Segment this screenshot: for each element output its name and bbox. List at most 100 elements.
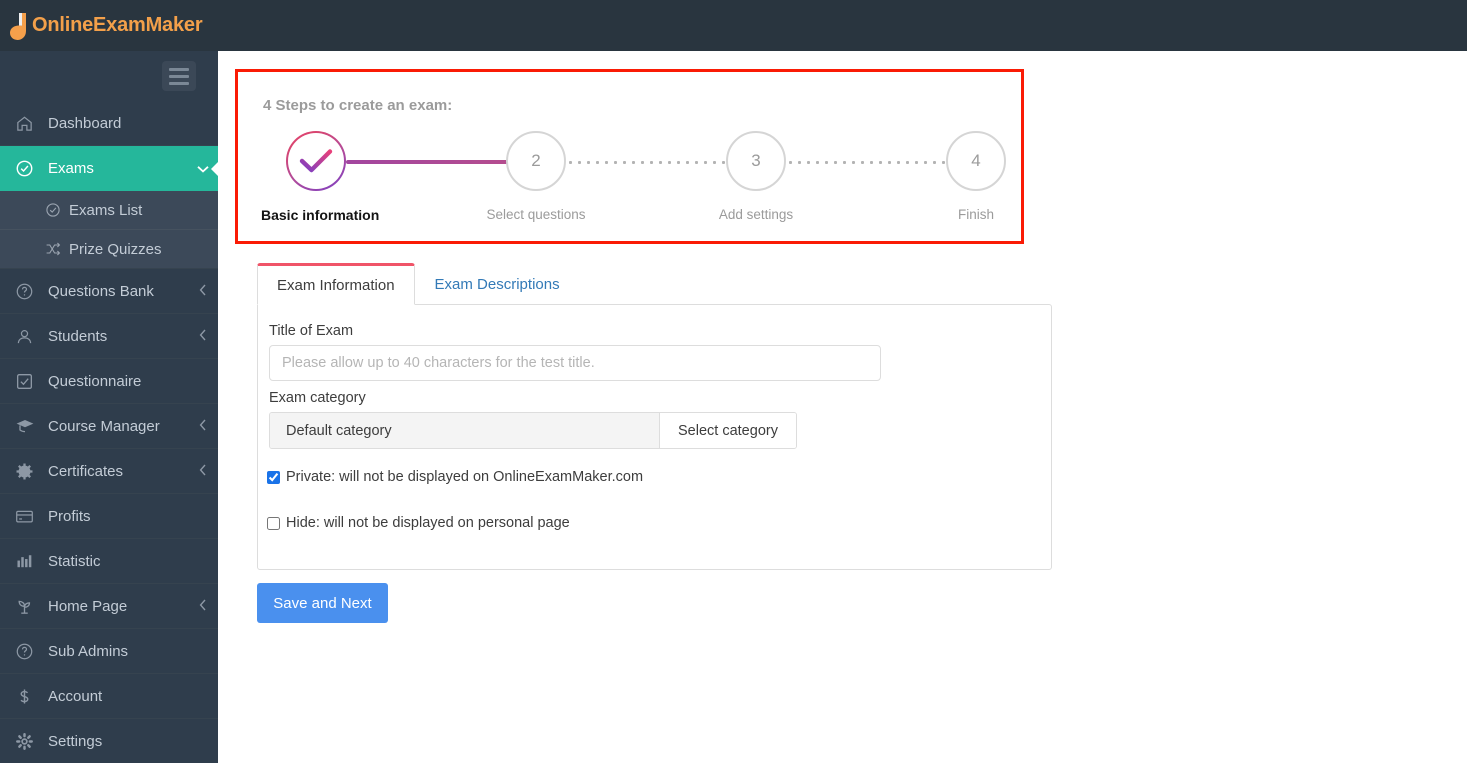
sidebar-item-prize-quizzes[interactable]: Prize Quizzes [0, 230, 218, 269]
sidebar-toggle-row [0, 51, 218, 101]
private-checkbox-label: Private: will not be displayed on Online… [286, 469, 644, 485]
step-3-add-settings[interactable]: 3 Add settings [701, 131, 811, 222]
top-header-bar: OnlineExamMaker [0, 0, 1467, 51]
exam-category-value: Default category [270, 413, 659, 448]
chevron-left-icon [188, 464, 218, 478]
step-4-finish[interactable]: 4 Finish [921, 131, 1031, 222]
sidebar-subitem-label: Prize Quizzes [69, 240, 162, 258]
sidebar-item-course-manager[interactable]: Course Manager [0, 404, 218, 449]
step-4-label: Finish [957, 207, 994, 222]
sidebar-item-label: Sub Admins [48, 642, 129, 660]
sidebar-item-students[interactable]: Students [0, 314, 218, 359]
step-3-label: Add settings [718, 207, 794, 222]
sidebar-item-questions-bank[interactable]: Questions Bank [0, 269, 218, 314]
private-checkbox[interactable] [267, 470, 280, 484]
graduation-cap-icon [15, 416, 41, 436]
title-of-exam-label: Title of Exam [269, 323, 354, 339]
sidebar-item-sub-admins[interactable]: Sub Admins [0, 629, 218, 674]
chevron-left-icon [188, 329, 218, 343]
sidebar-item-home-page[interactable]: Home Page [0, 584, 218, 629]
main-content: 4 Steps to create an exam: Basic informa… [218, 51, 1467, 763]
sidebar-item-label: Account [48, 687, 103, 705]
sidebar-item-profits[interactable]: Profits [0, 494, 218, 539]
step-2-label: Select questions [486, 207, 586, 222]
sidebar-item-label: Course Manager [48, 417, 160, 435]
steps-highlight-box: 4 Steps to create an exam: Basic informa… [235, 69, 1024, 244]
step-2-select-questions[interactable]: 2 Select questions [481, 131, 591, 222]
step-1-label: Basic information [261, 207, 380, 223]
sidebar-item-label: Settings [48, 732, 103, 750]
select-category-button[interactable]: Select category [659, 413, 796, 448]
question-circle-icon [15, 282, 41, 301]
hamburger-bar [169, 81, 189, 85]
sidebar-submenu-exams: Exams List Prize Quizzes [0, 191, 218, 269]
badge-icon [15, 462, 41, 481]
sidebar-item-settings[interactable]: Settings [0, 719, 218, 763]
home-icon [15, 114, 41, 133]
sidebar-subitem-label: Exams List [69, 201, 143, 219]
step-connector-1-2 [346, 160, 511, 164]
step-1-basic-information[interactable]: Basic information [261, 131, 380, 223]
sidebar-item-questionnaire[interactable]: Questionnaire [0, 359, 218, 404]
active-indicator-notch [202, 146, 218, 191]
sidebar-item-statistic[interactable]: Statistic [0, 539, 218, 584]
private-checkbox-row[interactable]: Private: will not be displayed on Online… [267, 469, 643, 485]
brand-logo[interactable]: OnlineExamMaker [0, 0, 203, 51]
sidebar-item-account[interactable]: Account [0, 674, 218, 719]
sidebar-item-label: Students [48, 327, 108, 345]
chevron-left-icon [188, 284, 218, 298]
step-1-circle [286, 131, 346, 191]
check-icon [299, 149, 333, 173]
sidebar-item-label: Statistic [48, 552, 101, 570]
chevron-left-icon [188, 419, 218, 433]
shuffle-icon [45, 241, 67, 257]
tab-exam-information[interactable]: Exam Information [257, 263, 415, 305]
user-icon [15, 327, 41, 346]
sidebar-item-label: Questionnaire [48, 372, 142, 390]
tab-label: Exam Information [277, 276, 395, 294]
hide-checkbox-row[interactable]: Hide: will not be displayed on personal … [267, 515, 570, 531]
check-circle-icon [15, 159, 41, 178]
save-and-next-button[interactable]: Save and Next [257, 583, 388, 623]
sidebar: Dashboard Exams Exams List Prize Quizzes… [0, 51, 218, 763]
exam-category-row: Default category Select category [269, 412, 797, 449]
credit-card-icon [15, 507, 41, 526]
tab-exam-descriptions[interactable]: Exam Descriptions [414, 263, 580, 305]
sidebar-item-label: Home Page [48, 597, 128, 615]
hamburger-icon[interactable] [162, 61, 196, 91]
step-2-circle: 2 [506, 131, 566, 191]
sidebar-item-dashboard[interactable]: Dashboard [0, 101, 218, 146]
step-progress-bar: Basic information 2 Select questions 3 A… [261, 131, 1006, 231]
checkbox-icon [15, 372, 41, 391]
tab-label: Exam Descriptions [434, 276, 560, 293]
leaf-flame-icon [8, 11, 30, 41]
hamburger-bar [169, 67, 189, 71]
hide-checkbox[interactable] [267, 516, 280, 530]
sidebar-item-label: Dashboard [48, 114, 122, 132]
question-circle-icon [15, 642, 41, 661]
step-3-circle: 3 [726, 131, 786, 191]
dollar-icon [15, 687, 41, 706]
hide-checkbox-label: Hide: will not be displayed on personal … [286, 515, 570, 531]
sidebar-item-label: Exams [48, 159, 94, 177]
sidebar-item-label: Questions Bank [48, 282, 154, 300]
step-4-circle: 4 [946, 131, 1006, 191]
sidebar-item-certificates[interactable]: Certificates [0, 449, 218, 494]
sidebar-item-label: Profits [48, 507, 91, 525]
sidebar-item-label: Certificates [48, 462, 124, 480]
step-connector-3-4 [786, 160, 951, 165]
check-circle-icon [45, 202, 67, 218]
brand-name: OnlineExamMaker [32, 14, 203, 36]
gear-icon [15, 732, 41, 751]
exam-category-label: Exam category [269, 390, 366, 406]
steps-title: 4 Steps to create an exam: [263, 97, 453, 114]
chevron-left-icon [188, 599, 218, 613]
plant-icon [15, 597, 41, 616]
step-connector-2-3 [566, 160, 731, 165]
tab-bar: Exam Information Exam Descriptions [257, 263, 580, 305]
exam-information-panel: Title of Exam Exam category Default cate… [257, 304, 1052, 570]
sidebar-item-exams-list[interactable]: Exams List [0, 191, 218, 230]
sidebar-item-exams[interactable]: Exams [0, 146, 218, 191]
hamburger-bar [169, 74, 189, 78]
exam-title-input[interactable] [269, 345, 881, 381]
